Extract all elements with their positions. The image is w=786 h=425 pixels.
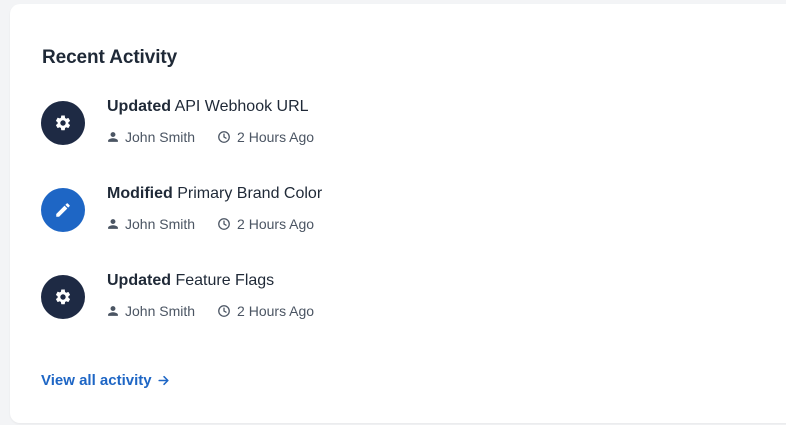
activity-item: Updated Feature Flags John Smith 2 Hours… (41, 271, 741, 327)
activity-user: John Smith (107, 303, 195, 319)
activity-target: API Webhook URL (174, 98, 309, 115)
activity-user: John Smith (107, 216, 195, 232)
activity-text: Updated Feature Flags John Smith 2 Hours… (107, 271, 314, 319)
user-name: John Smith (125, 216, 196, 232)
activity-time: 2 Hours Ago (217, 216, 314, 232)
activity-target: Primary Brand Color (177, 185, 323, 202)
activity-action: Updated (107, 98, 171, 115)
user-name: John Smith (125, 303, 196, 319)
activity-text: Modified Primary Brand Color John Smith … (107, 184, 322, 232)
activity-user: John Smith (107, 129, 195, 145)
card-title: Recent Activity (42, 47, 178, 68)
activity-time: 2 Hours Ago (217, 303, 314, 319)
clock-icon (217, 217, 231, 231)
activity-meta: John Smith 2 Hours Ago (107, 129, 314, 145)
activity-action: Modified (107, 185, 173, 202)
view-all-label: View all activity (41, 372, 152, 389)
activity-action: Updated (107, 272, 171, 289)
activity-title: Updated API Webhook URL (107, 97, 314, 117)
time-ago: 2 Hours Ago (237, 129, 315, 145)
activity-meta: John Smith 2 Hours Ago (107, 216, 322, 232)
clock-icon (217, 304, 231, 318)
time-ago: 2 Hours Ago (237, 303, 315, 319)
user-icon (107, 218, 119, 230)
time-ago: 2 Hours Ago (237, 216, 315, 232)
arrow-right-icon (157, 374, 170, 387)
pencil-icon (41, 188, 85, 232)
activity-title: Updated Feature Flags (107, 271, 314, 291)
view-all-activity-link[interactable]: View all activity (41, 372, 170, 389)
user-icon (107, 131, 119, 143)
activity-time: 2 Hours Ago (217, 129, 314, 145)
activity-meta: John Smith 2 Hours Ago (107, 303, 314, 319)
activity-text: Updated API Webhook URL John Smith 2 Hou… (107, 97, 314, 145)
activity-item: Updated API Webhook URL John Smith 2 Hou… (41, 97, 741, 153)
activity-item: Modified Primary Brand Color John Smith … (41, 184, 741, 240)
gear-icon (41, 101, 85, 145)
clock-icon (217, 130, 231, 144)
activity-title: Modified Primary Brand Color (107, 184, 322, 204)
gear-icon (41, 275, 85, 319)
recent-activity-card: Recent Activity Updated API Webhook URL … (10, 4, 786, 423)
user-icon (107, 305, 119, 317)
activity-target: Feature Flags (175, 272, 275, 289)
user-name: John Smith (125, 129, 196, 145)
